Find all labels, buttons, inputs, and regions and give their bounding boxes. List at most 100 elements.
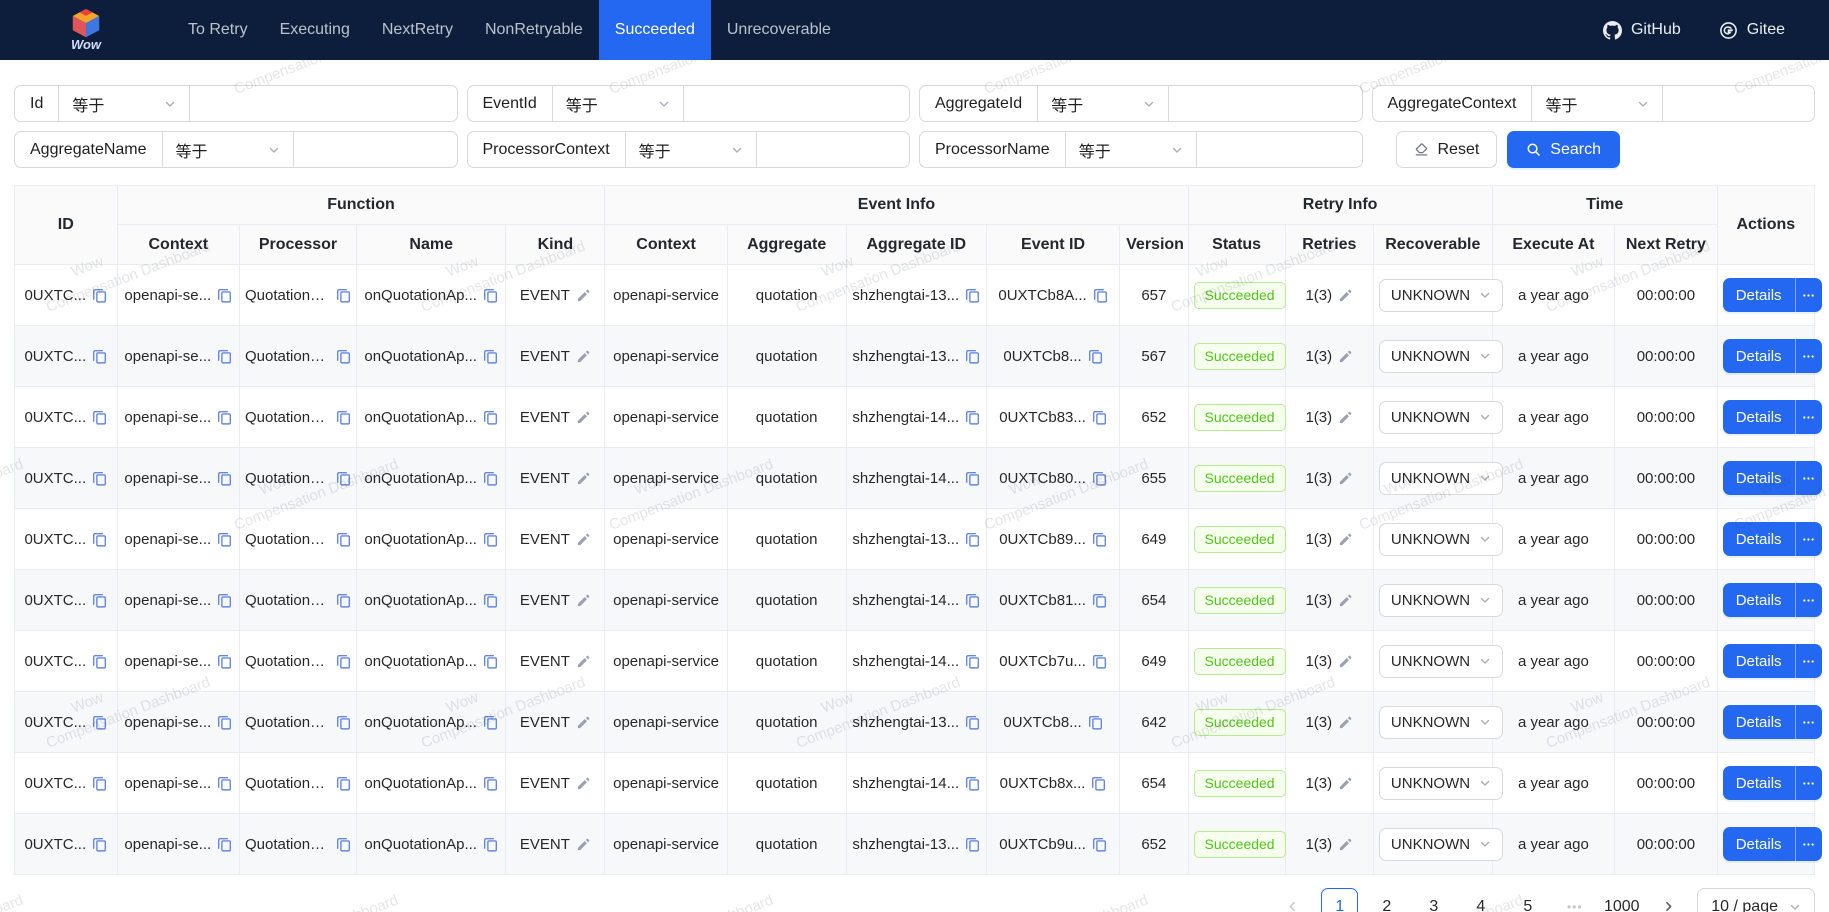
copy-icon[interactable] bbox=[92, 837, 107, 852]
filter-processorcontext-input[interactable] bbox=[757, 132, 909, 167]
copy-icon[interactable] bbox=[483, 410, 498, 425]
copy-icon[interactable] bbox=[92, 715, 107, 730]
details-label[interactable]: Details bbox=[1723, 705, 1795, 739]
edit-kind-icon[interactable] bbox=[576, 776, 591, 791]
edit-kind-icon[interactable] bbox=[576, 593, 591, 608]
tab-nonretryable[interactable]: NonRetryable bbox=[469, 0, 599, 60]
copy-icon[interactable] bbox=[1092, 654, 1107, 669]
recoverable-select[interactable]: UNKNOWN bbox=[1379, 401, 1503, 434]
search-button[interactable]: Search bbox=[1507, 131, 1620, 168]
page-button-5[interactable]: 5 bbox=[1509, 888, 1546, 912]
copy-icon[interactable] bbox=[1092, 837, 1107, 852]
details-more-button[interactable] bbox=[1795, 461, 1822, 495]
edit-retries-icon[interactable] bbox=[1338, 532, 1353, 547]
copy-icon[interactable] bbox=[965, 288, 980, 303]
edit-retries-icon[interactable] bbox=[1338, 471, 1353, 486]
copy-icon[interactable] bbox=[217, 288, 232, 303]
copy-icon[interactable] bbox=[217, 471, 232, 486]
details-more-button[interactable] bbox=[1795, 400, 1822, 434]
details-button[interactable]: Details bbox=[1723, 766, 1822, 800]
copy-icon[interactable] bbox=[336, 776, 351, 791]
details-button[interactable]: Details bbox=[1723, 461, 1822, 495]
copy-icon[interactable] bbox=[965, 532, 980, 547]
copy-icon[interactable] bbox=[92, 776, 107, 791]
details-more-button[interactable] bbox=[1795, 644, 1822, 678]
copy-icon[interactable] bbox=[92, 288, 107, 303]
copy-icon[interactable] bbox=[92, 471, 107, 486]
recoverable-select[interactable]: UNKNOWN bbox=[1379, 279, 1503, 312]
copy-icon[interactable] bbox=[1091, 776, 1106, 791]
edit-retries-icon[interactable] bbox=[1338, 288, 1353, 303]
filter-eventid-input[interactable] bbox=[684, 86, 909, 121]
copy-icon[interactable] bbox=[1092, 593, 1107, 608]
details-label[interactable]: Details bbox=[1723, 766, 1795, 800]
page-button-3[interactable]: 3 bbox=[1415, 888, 1452, 912]
copy-icon[interactable] bbox=[1093, 288, 1108, 303]
tab-nextretry[interactable]: NextRetry bbox=[366, 0, 469, 60]
page-size-select[interactable]: 10 / page bbox=[1697, 888, 1815, 912]
edit-kind-icon[interactable] bbox=[576, 471, 591, 486]
tab-unrecoverable[interactable]: Unrecoverable bbox=[711, 0, 847, 60]
details-label[interactable]: Details bbox=[1723, 827, 1795, 861]
copy-icon[interactable] bbox=[336, 715, 351, 730]
copy-icon[interactable] bbox=[217, 349, 232, 364]
filter-aggregateid-operator-select[interactable]: 等于 bbox=[1038, 86, 1169, 121]
details-button[interactable]: Details bbox=[1723, 583, 1822, 617]
edit-kind-icon[interactable] bbox=[576, 349, 591, 364]
recoverable-select[interactable]: UNKNOWN bbox=[1379, 706, 1503, 739]
copy-icon[interactable] bbox=[92, 349, 107, 364]
details-more-button[interactable] bbox=[1795, 583, 1822, 617]
recoverable-select[interactable]: UNKNOWN bbox=[1379, 523, 1503, 556]
copy-icon[interactable] bbox=[483, 837, 498, 852]
tab-executing[interactable]: Executing bbox=[264, 0, 366, 60]
details-more-button[interactable] bbox=[1795, 766, 1822, 800]
page-ellipsis[interactable]: ••• bbox=[1556, 888, 1593, 912]
details-more-button[interactable] bbox=[1795, 705, 1822, 739]
copy-icon[interactable] bbox=[92, 654, 107, 669]
edit-kind-icon[interactable] bbox=[576, 410, 591, 425]
prev-page-button[interactable] bbox=[1274, 888, 1311, 912]
copy-icon[interactable] bbox=[483, 349, 498, 364]
edit-kind-icon[interactable] bbox=[576, 715, 591, 730]
github-link[interactable]: GitHub bbox=[1603, 21, 1681, 40]
edit-retries-icon[interactable] bbox=[1338, 654, 1353, 669]
copy-icon[interactable] bbox=[965, 776, 980, 791]
details-more-button[interactable] bbox=[1795, 278, 1822, 312]
filter-aggregatecontext-input[interactable] bbox=[1663, 86, 1814, 121]
filter-aggregatecontext-operator-select[interactable]: 等于 bbox=[1532, 86, 1663, 121]
copy-icon[interactable] bbox=[336, 410, 351, 425]
edit-retries-icon[interactable] bbox=[1338, 349, 1353, 364]
recoverable-select[interactable]: UNKNOWN bbox=[1379, 340, 1503, 373]
details-button[interactable]: Details bbox=[1723, 522, 1822, 556]
edit-kind-icon[interactable] bbox=[576, 837, 591, 852]
copy-icon[interactable] bbox=[336, 593, 351, 608]
filter-processorname-operator-select[interactable]: 等于 bbox=[1066, 132, 1197, 167]
details-button[interactable]: Details bbox=[1723, 400, 1822, 434]
filter-id-operator-select[interactable]: 等于 bbox=[59, 86, 190, 121]
copy-icon[interactable] bbox=[965, 349, 980, 364]
copy-icon[interactable] bbox=[483, 715, 498, 730]
copy-icon[interactable] bbox=[336, 654, 351, 669]
copy-icon[interactable] bbox=[217, 715, 232, 730]
copy-icon[interactable] bbox=[483, 471, 498, 486]
copy-icon[interactable] bbox=[336, 471, 351, 486]
tab-to-retry[interactable]: To Retry bbox=[172, 0, 264, 60]
details-label[interactable]: Details bbox=[1723, 339, 1795, 373]
filter-eventid-operator-select[interactable]: 等于 bbox=[553, 86, 684, 121]
copy-icon[interactable] bbox=[336, 349, 351, 364]
recoverable-select[interactable]: UNKNOWN bbox=[1379, 462, 1503, 495]
copy-icon[interactable] bbox=[965, 593, 980, 608]
filter-aggregatename-input[interactable] bbox=[294, 132, 457, 167]
copy-icon[interactable] bbox=[217, 837, 232, 852]
details-more-button[interactable] bbox=[1795, 827, 1822, 861]
edit-retries-icon[interactable] bbox=[1338, 593, 1353, 608]
copy-icon[interactable] bbox=[92, 532, 107, 547]
edit-retries-icon[interactable] bbox=[1338, 410, 1353, 425]
copy-icon[interactable] bbox=[92, 410, 107, 425]
page-button-2[interactable]: 2 bbox=[1368, 888, 1405, 912]
details-label[interactable]: Details bbox=[1723, 278, 1795, 312]
copy-icon[interactable] bbox=[483, 532, 498, 547]
copy-icon[interactable] bbox=[965, 410, 980, 425]
copy-icon[interactable] bbox=[336, 288, 351, 303]
tab-succeeded[interactable]: Succeeded bbox=[599, 0, 711, 60]
